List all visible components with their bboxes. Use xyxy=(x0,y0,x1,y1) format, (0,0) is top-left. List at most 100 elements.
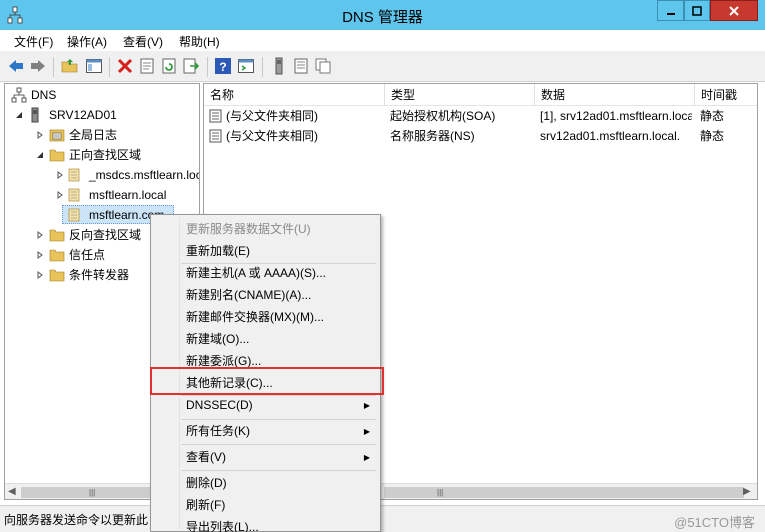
copy-icon[interactable] xyxy=(314,57,332,75)
menu-separator xyxy=(181,419,376,420)
minimize-icon xyxy=(666,12,675,15)
tree-item-global-log[interactable]: 全局日志 xyxy=(9,125,199,145)
menu-help[interactable]: 帮助(H) xyxy=(179,33,220,50)
record-name: (与父文件夹相同) xyxy=(226,109,318,123)
tree-label: _msdcs.msftlearn.local xyxy=(89,168,200,182)
table-row[interactable]: (与父文件夹相同) 起始授权机构(SOA) [1], srv12ad01.msf… xyxy=(204,106,757,126)
column-header-name[interactable]: 名称 xyxy=(204,84,385,106)
zone-icon xyxy=(68,168,80,182)
record-icon xyxy=(209,109,222,123)
status-bar: 向服务器发送命令以更新此 @51CTO博客 xyxy=(0,505,765,532)
show-tree-icon[interactable] xyxy=(85,57,103,75)
folder-icon xyxy=(49,149,65,162)
scroll-thumb[interactable] xyxy=(21,487,171,498)
tree-item-zone[interactable]: _msdcs.msftlearn.local xyxy=(9,165,199,185)
tree-label: DNS xyxy=(31,88,57,102)
folder-icon xyxy=(49,229,65,242)
tree-label: SRV12AD01 xyxy=(49,108,117,122)
annotation-highlight-box xyxy=(150,367,384,395)
expanded-arrow-icon xyxy=(37,152,43,158)
collapsed-arrow-icon xyxy=(57,191,63,199)
delete-icon[interactable] xyxy=(116,57,134,75)
menu-item-reload[interactable]: 重新加载(E) xyxy=(186,241,250,261)
menu-separator xyxy=(181,470,376,471)
server-list-icon[interactable] xyxy=(292,57,310,75)
export-icon[interactable] xyxy=(182,57,200,75)
column-header-type[interactable]: 类型 xyxy=(385,84,535,106)
folder-icon xyxy=(49,249,65,262)
record-name: (与父文件夹相同) xyxy=(226,129,318,143)
scroll-left-icon[interactable]: ◀ xyxy=(8,486,16,497)
toolbar: ? xyxy=(0,51,765,82)
menu-separator xyxy=(181,444,376,445)
menu-view[interactable]: 查看(V) xyxy=(123,33,163,50)
column-header-data[interactable]: 数据 xyxy=(535,84,695,106)
tree-label: 信任点 xyxy=(69,248,106,262)
grip-icon: ||| xyxy=(437,488,444,497)
watermark: @51CTO博客 xyxy=(674,515,755,530)
menu-item-new-mx[interactable]: 新建邮件交换器(MX)(M)... xyxy=(186,307,324,327)
menu-item-dnssec[interactable]: DNSSEC(D) xyxy=(186,395,253,415)
menu-item-delete[interactable]: 删除(D) xyxy=(186,473,227,493)
menu-file[interactable]: 文件(F) xyxy=(14,33,53,50)
properties-icon[interactable] xyxy=(138,57,156,75)
grip-icon: ||| xyxy=(89,488,96,497)
collapsed-arrow-icon xyxy=(57,171,63,179)
menu-item-all-tasks[interactable]: 所有任务(K) xyxy=(186,421,250,441)
maximize-button[interactable] xyxy=(684,0,710,21)
menu-item-new-host[interactable]: 新建主机(A 或 AAAA)(S)... xyxy=(186,263,326,283)
record-type: 名称服务器(NS) xyxy=(390,129,475,143)
zone-icon xyxy=(68,188,80,202)
collapsed-arrow-icon xyxy=(37,251,43,259)
menu-item-new-alias[interactable]: 新建别名(CNAME)(A)... xyxy=(186,285,311,305)
back-icon[interactable] xyxy=(7,57,25,75)
tree-item-forward-zones[interactable]: 正向查找区域 xyxy=(9,145,199,165)
help-icon[interactable]: ? xyxy=(214,57,232,75)
forward-icon[interactable] xyxy=(29,57,47,75)
window-title: DNS 管理器 xyxy=(342,9,423,26)
menu-action[interactable]: 操作(A) xyxy=(67,33,107,50)
title-bar: DNS 管理器 xyxy=(0,0,765,30)
up-folder-icon[interactable] xyxy=(61,57,79,75)
tree-label: 条件转发器 xyxy=(69,268,130,282)
menu-item-view[interactable]: 查看(V) xyxy=(186,447,226,467)
tree-item-zone[interactable]: msftlearn.local xyxy=(9,185,199,205)
tree-label: 全局日志 xyxy=(69,128,118,142)
folder-icon xyxy=(49,269,65,282)
tree-label: 正向查找区域 xyxy=(69,148,142,162)
refresh-icon[interactable] xyxy=(160,57,178,75)
close-icon xyxy=(729,5,739,16)
zone-icon xyxy=(68,208,80,222)
table-row[interactable]: (与父文件夹相同) 名称服务器(NS) srv12ad01.msftlearn.… xyxy=(204,126,757,146)
record-timestamp: 静态 xyxy=(700,109,725,123)
menu-item-update-file[interactable]: 更新服务器数据文件(U) xyxy=(186,219,311,239)
submenu-arrow-icon: ▶ xyxy=(363,453,370,462)
server-icon xyxy=(31,107,39,123)
collapsed-arrow-icon xyxy=(37,231,43,239)
scroll-right-icon[interactable]: ▶ xyxy=(743,486,751,497)
tree-item-server[interactable]: SRV12AD01 xyxy=(9,105,199,125)
tree-label: 反向查找区域 xyxy=(69,228,142,242)
record-type: 起始授权机构(SOA) xyxy=(390,109,496,123)
submenu-arrow-icon: ▶ xyxy=(363,401,370,410)
menu-item-refresh[interactable]: 刷新(F) xyxy=(186,495,225,515)
collapsed-arrow-icon xyxy=(37,131,43,139)
menu-item-new-domain[interactable]: 新建域(O)... xyxy=(186,329,249,349)
expanded-arrow-icon xyxy=(16,112,22,118)
column-header-timestamp[interactable]: 时间戳 xyxy=(695,84,757,106)
record-data: [1], srv12ad01.msftlearn.local., hostmas… xyxy=(540,109,692,123)
server-icon[interactable] xyxy=(270,57,288,75)
tree-label: msftlearn.local xyxy=(89,188,167,202)
close-button[interactable] xyxy=(710,0,758,21)
menu-item-export[interactable]: 导出列表(L)... xyxy=(186,517,259,532)
record-data: srv12ad01.msftlearn.local. xyxy=(540,129,681,143)
tree-item-dns[interactable]: DNS xyxy=(9,85,199,105)
log-folder-icon xyxy=(49,129,65,142)
status-text: 向服务器发送命令以更新此 xyxy=(4,513,149,527)
console-icon[interactable] xyxy=(237,57,255,75)
maximize-icon xyxy=(692,5,702,16)
dns-icon xyxy=(11,87,27,103)
submenu-arrow-icon: ▶ xyxy=(363,427,370,436)
minimize-button[interactable] xyxy=(657,0,684,21)
record-timestamp: 静态 xyxy=(700,129,725,143)
